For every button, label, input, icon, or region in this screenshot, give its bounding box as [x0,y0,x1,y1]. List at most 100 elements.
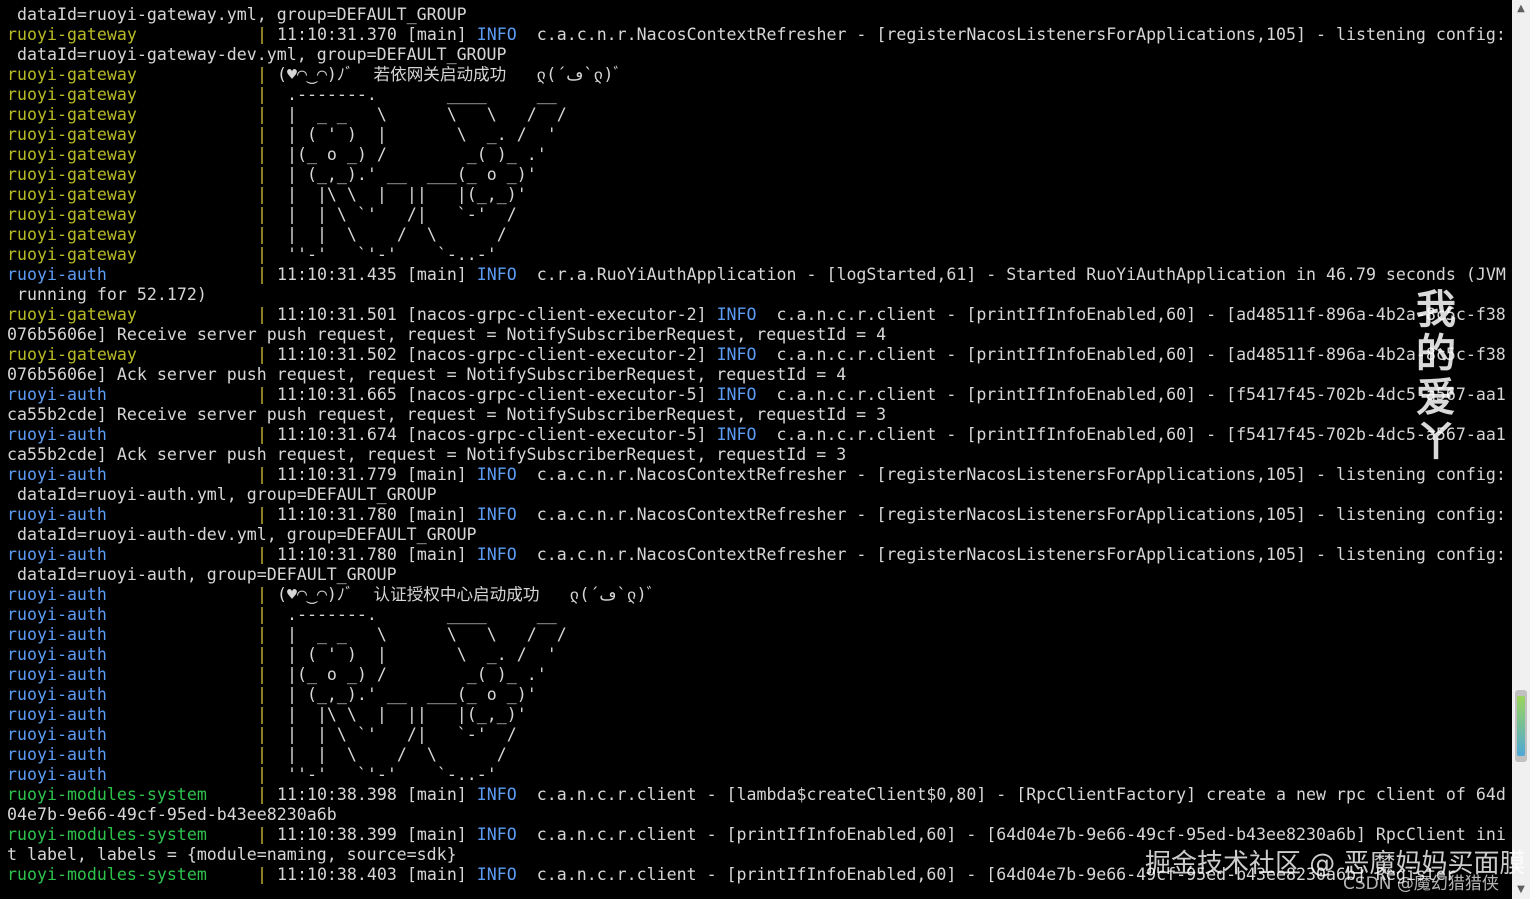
log-text: running for 52.172) [7,285,207,304]
log-level: INFO [716,425,757,444]
log-message: | (_,_).' __ ___(_ o _)' [276,165,537,184]
log-line: dataId=ruoyi-gateway.yml, group=DEFAULT_… [7,5,1507,25]
column-separator: | [257,465,277,484]
log-level: INFO [716,345,757,364]
log-line: ruoyi-auth | | | \ / \ / [7,745,1507,765]
log-line: ca55b2cde] Receive server push request, … [7,405,1507,425]
log-line: ruoyi-auth | 11:10:31.780 [main] INFO c.a… [7,545,1507,565]
service-name: ruoyi-gateway [7,305,137,324]
log-message: | _ _ \ \ \ / / [276,625,567,644]
service-name: ruoyi-gateway [7,85,137,104]
log-line: ruoyi-auth | | |\ \ | || |(_,_)' [7,705,1507,725]
log-message: ''-' `'-' `-..-' [276,765,497,784]
service-name: ruoyi-auth [7,725,107,744]
service-name: ruoyi-gateway [7,25,137,44]
log-line: ruoyi-gateway | | | \ / \ / [7,225,1507,245]
log-line: ruoyi-auth | | | \ `' /| `-' / [7,725,1507,745]
service-name: ruoyi-auth [7,705,107,724]
service-name: ruoyi-auth [7,685,107,704]
log-message: c.a.n.c.r.client - [printIfInfoEnabled,6… [756,305,1506,324]
terminal-window[interactable]: dataId=ruoyi-gateway.yml, group=DEFAULT_… [0,0,1512,899]
log-line: dataId=ruoyi-auth, group=DEFAULT_GROUP [7,565,1507,585]
log-line: dataId=ruoyi-gateway-dev.yml, group=DEFA… [7,45,1507,65]
service-name: ruoyi-gateway [7,345,137,364]
log-text: dataId=ruoyi-auth.yml, group=DEFAULT_GRO… [7,485,437,504]
column-separator: | [257,685,277,704]
log-timestamp: 11:10:31.674 [nacos-grpc-client-executor… [276,425,717,444]
service-name: ruoyi-gateway [7,165,137,184]
log-text: dataId=ruoyi-gateway.yml, group=DEFAULT_… [7,5,467,24]
column-separator: | [257,205,277,224]
log-message: c.a.n.c.r.client - [lambda$createClient$… [516,785,1506,804]
column-separator: | [257,65,277,84]
vertical-watermark: 我的爱丫 [1416,287,1456,465]
log-line: ruoyi-modules-system | 11:10:38.399 [main… [7,825,1507,845]
column-separator: | [257,105,277,124]
log-line: ruoyi-gateway | | (_,_).' __ ___(_ o _)' [7,165,1507,185]
column-separator: | [257,385,277,404]
column-separator: | [257,165,277,184]
log-line: 076b5606e] Receive server push request, … [7,325,1507,345]
log-line: ruoyi-gateway | 11:10:31.502 [nacos-grpc-… [7,345,1507,365]
log-message: |(_ o _) / _( )_ .' [276,665,547,684]
service-name: ruoyi-auth [7,385,107,404]
log-message: c.a.c.n.r.NacosContextRefresher - [regis… [516,545,1506,564]
service-name: ruoyi-auth [7,545,107,564]
column-separator: | [257,345,277,364]
log-line: ruoyi-auth | .-------. ____ __ [7,605,1507,625]
log-message: c.a.n.c.r.client - [printIfInfoEnabled,6… [756,345,1506,364]
log-message: (♥◠‿◠)ﾉﾞ 若依网关启动成功 ლ(´ڡ`ლ)ﾞ [276,65,622,84]
log-timestamp: 11:10:31.779 [main] [276,465,477,484]
log-timestamp: 11:10:38.403 [main] [276,865,477,884]
log-line: ruoyi-auth | | ( ' ) | \ _. / ' [7,645,1507,665]
log-timestamp: 11:10:31.370 [main] [276,25,477,44]
log-timestamp: 11:10:38.399 [main] [276,825,477,844]
service-name: ruoyi-auth [7,765,107,784]
log-line: ruoyi-auth | |(_ o _) / _( )_ .' [7,665,1507,685]
service-name: ruoyi-auth [7,425,107,444]
log-message: c.a.c.n.r.NacosContextRefresher - [regis… [516,25,1506,44]
log-line: ruoyi-gateway | | _ _ \ \ \ / / [7,105,1507,125]
log-level: INFO [476,545,517,564]
log-line: ruoyi-gateway | | ( ' ) | \ _. / ' [7,125,1507,145]
log-timestamp: 11:10:31.665 [nacos-grpc-client-executor… [276,385,717,404]
log-text: dataId=ruoyi-auth, group=DEFAULT_GROUP [7,565,397,584]
log-line: ruoyi-auth | 11:10:31.435 [main] INFO c.r… [7,265,1507,285]
log-level: INFO [476,25,517,44]
column-separator: | [257,825,277,844]
column-separator: | [257,725,277,744]
log-message: | ( ' ) | \ _. / ' [276,125,557,144]
column-separator: | [257,505,277,524]
log-line: running for 52.172) [7,285,1507,305]
vertical-scrollbar[interactable]: ▲ ▼ [1512,0,1530,899]
log-message: | ( ' ) | \ _. / ' [276,645,557,664]
log-message: | | \ / \ / [276,745,507,764]
service-name: ruoyi-auth [7,625,107,644]
column-separator: | [257,125,277,144]
service-name: ruoyi-gateway [7,105,137,124]
log-message: (♥◠‿◠)ﾉﾞ 认证授权中心启动成功 ლ(´ڡ`ლ)ﾞ [276,585,655,604]
column-separator: | [257,545,277,564]
log-line: ruoyi-gateway | ''-' `'-' `-..-' [7,245,1507,265]
log-level: INFO [476,825,517,844]
scroll-down-arrow-icon[interactable]: ▼ [1512,881,1530,899]
log-text: t label, labels = {module=naming, source… [7,845,457,864]
scroll-up-arrow-icon[interactable]: ▲ [1512,0,1530,18]
log-message: .-------. ____ __ [276,85,557,104]
log-message: | |\ \ | || |(_,_)' [276,705,527,724]
scrollbar-thumb[interactable] [1515,690,1527,762]
log-line: 076b5606e] Ack server push request, requ… [7,365,1507,385]
log-timestamp: 11:10:31.501 [nacos-grpc-client-executor… [276,305,717,324]
log-line: 04e7b-9e66-49cf-95ed-b43ee8230a6b [7,805,1507,825]
service-name: ruoyi-auth [7,645,107,664]
column-separator: | [257,225,277,244]
log-line: ruoyi-modules-system | 11:10:38.398 [main… [7,785,1507,805]
log-text: 076b5606e] Receive server push request, … [7,325,887,344]
service-name: ruoyi-auth [7,265,107,284]
service-name: ruoyi-auth [7,605,107,624]
log-level: INFO [716,305,757,324]
log-line: ruoyi-auth | | (_,_).' __ ___(_ o _)' [7,685,1507,705]
column-separator: | [257,145,277,164]
log-level: INFO [476,505,517,524]
log-line: ruoyi-gateway | 11:10:31.370 [main] INFO … [7,25,1507,45]
